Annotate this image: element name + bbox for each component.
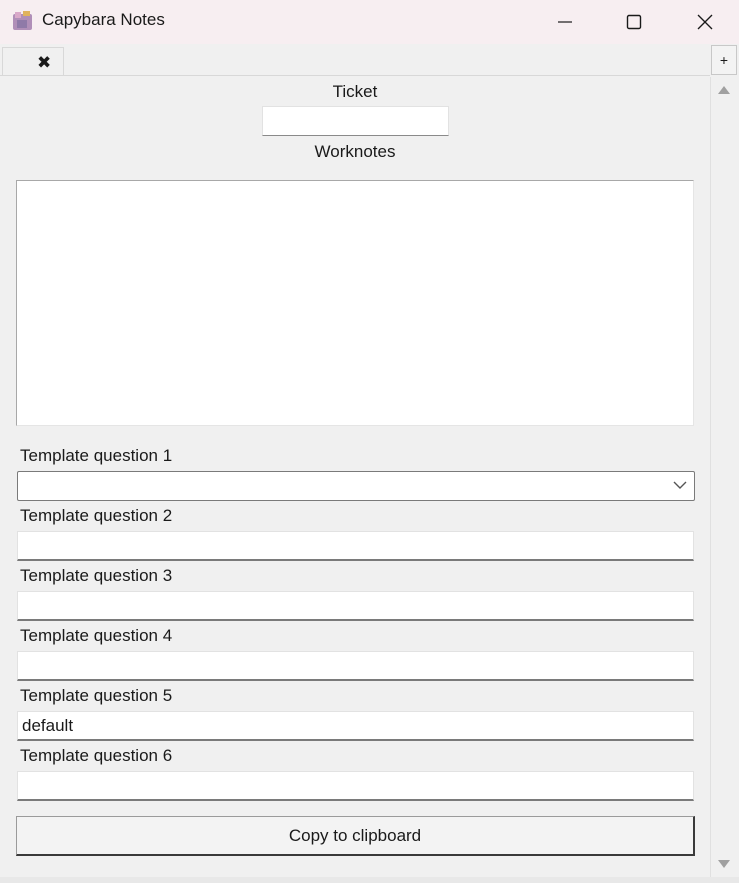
close-tab-icon[interactable]: ✖ <box>37 53 51 73</box>
tab-divider <box>0 75 710 76</box>
maximize-button[interactable] <box>599 0 669 44</box>
close-icon <box>697 14 713 30</box>
minimize-icon <box>558 21 572 23</box>
template-question-4-label: Template question 4 <box>20 626 173 645</box>
template-question-5-label: Template question 5 <box>20 686 173 705</box>
window-bottom-border <box>0 877 739 883</box>
template-question-4-input[interactable] <box>17 651 694 681</box>
template-question-3-input[interactable] <box>17 591 694 621</box>
capybara-app-icon <box>12 9 34 31</box>
tab-strip: ✖ <box>0 44 739 76</box>
add-tab-button[interactable]: + <box>711 45 737 75</box>
note-tab[interactable]: ✖ <box>2 47 64 76</box>
scroll-up-arrow-icon[interactable] <box>718 86 730 94</box>
template-question-2-label: Template question 2 <box>20 506 173 525</box>
vertical-scrollbar[interactable] <box>710 77 738 877</box>
template-question-6-input[interactable] <box>17 771 694 801</box>
template-question-3-label: Template question 3 <box>20 566 173 585</box>
window-title: Capybara Notes <box>42 10 165 29</box>
template-question-6-label: Template question 6 <box>20 746 173 765</box>
scroll-down-arrow-icon[interactable] <box>718 860 730 868</box>
worknotes-label: Worknotes <box>314 142 396 161</box>
maximize-icon <box>626 14 642 30</box>
template-question-5-input[interactable] <box>17 711 694 741</box>
copy-to-clipboard-button[interactable]: Copy to clipboard <box>16 816 695 856</box>
template-question-1-dropdown[interactable] <box>17 471 695 501</box>
chevron-down-icon <box>673 481 687 489</box>
worknotes-textarea[interactable] <box>16 180 694 426</box>
close-window-button[interactable] <box>670 0 739 44</box>
ticket-label: Ticket <box>332 82 378 101</box>
template-question-1-label: Template question 1 <box>20 446 173 465</box>
title-bar: Capybara Notes <box>0 0 739 44</box>
minimize-button[interactable] <box>530 0 600 44</box>
ticket-input[interactable] <box>262 106 449 136</box>
template-question-2-input[interactable] <box>17 531 694 561</box>
